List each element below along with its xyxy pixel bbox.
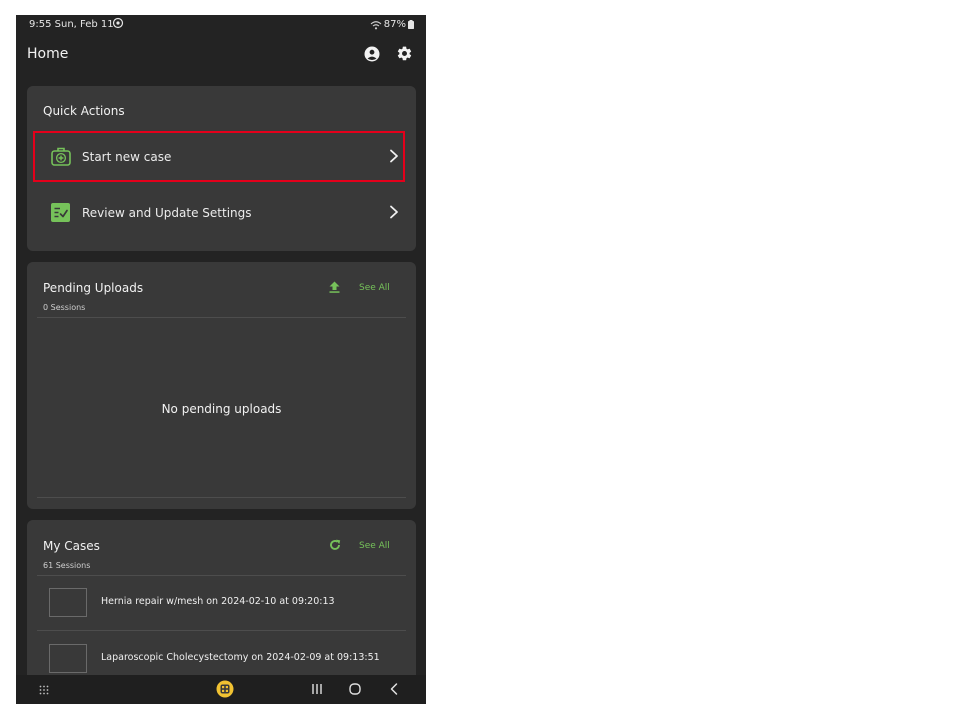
review-settings-label: Review and Update Settings (82, 206, 252, 220)
status-indicators: 87% (370, 19, 414, 30)
account-icon[interactable] (364, 46, 380, 62)
pending-uploads-card: Pending Uploads 0 Sessions See All No pe… (27, 262, 416, 509)
divider (37, 317, 406, 318)
case-thumbnail (49, 644, 87, 673)
quick-actions-title: Quick Actions (43, 104, 125, 118)
quick-actions-card: Quick Actions Start new case Review and … (27, 86, 416, 251)
pending-see-all-link[interactable]: See All (359, 283, 390, 293)
divider (37, 630, 406, 631)
tablet-screen: 9:55 Sun, Feb 11 87% Home Quick Actions … (16, 15, 426, 704)
my-cases-title: My Cases (43, 539, 100, 553)
home-icon[interactable] (348, 682, 362, 696)
wifi-icon (370, 20, 382, 29)
status-bar: 9:55 Sun, Feb 11 87% (16, 15, 426, 35)
chevron-right-icon (390, 205, 398, 219)
battery-percent: 87% (383, 19, 406, 30)
location-icon (112, 17, 124, 29)
gear-icon[interactable] (396, 45, 413, 62)
pending-uploads-count: 0 Sessions (43, 303, 86, 312)
upload-icon[interactable] (329, 281, 340, 293)
case-thumbnail (49, 588, 87, 617)
app-bar: Home (16, 43, 426, 69)
review-settings-button[interactable]: Review and Update Settings (27, 187, 416, 237)
my-cases-count: 61 Sessions (43, 561, 91, 570)
cases-see-all-link[interactable]: See All (359, 541, 390, 551)
battery-icon (408, 20, 414, 29)
refresh-icon[interactable] (329, 539, 341, 551)
divider (37, 497, 406, 498)
system-nav-bar (16, 675, 426, 704)
apps-grid-icon[interactable] (39, 685, 49, 695)
back-icon[interactable] (388, 682, 400, 696)
pending-uploads-title: Pending Uploads (43, 281, 144, 295)
page-title: Home (27, 46, 69, 62)
case-list-item[interactable]: Hernia repair w/mesh on 2024-02-10 at 09… (27, 577, 416, 627)
checklist-icon (51, 203, 70, 222)
status-time: 9:55 Sun, Feb 11 (29, 19, 114, 30)
case-title: Laparoscopic Cholecystectomy on 2024-02-… (101, 652, 380, 663)
highlight-frame (33, 131, 405, 182)
divider (37, 575, 406, 576)
case-title: Hernia repair w/mesh on 2024-02-10 at 09… (101, 596, 335, 607)
app-shortcut-icon[interactable] (216, 680, 234, 698)
recents-icon[interactable] (310, 682, 324, 696)
empty-state-message: No pending uploads (161, 402, 282, 416)
